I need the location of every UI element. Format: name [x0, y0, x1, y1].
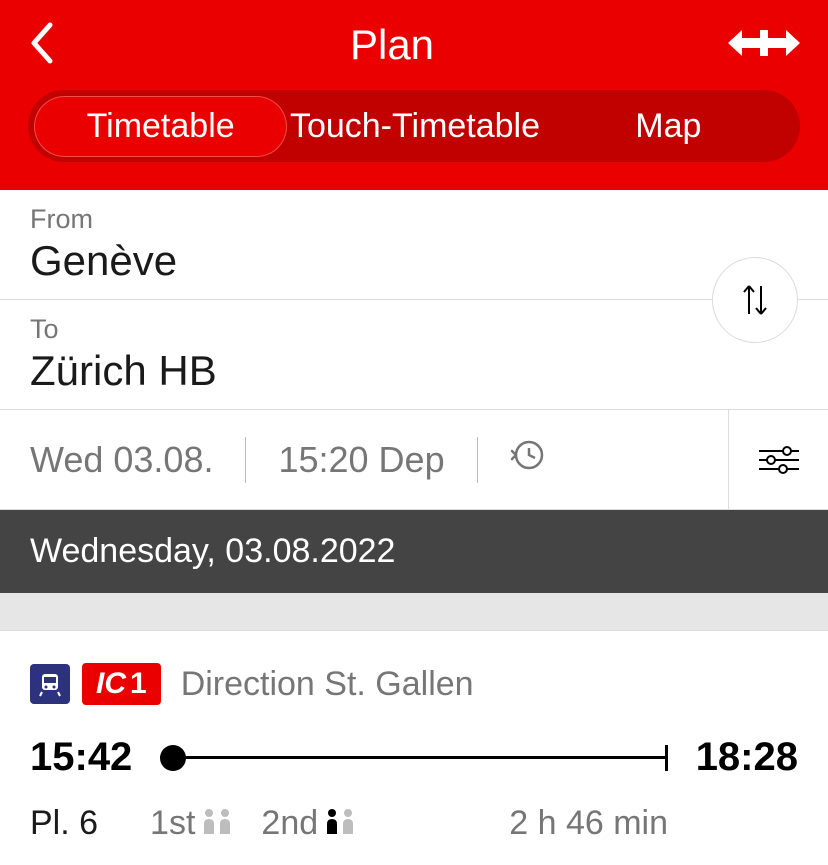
tab-bar: Timetable Touch-Timetable Map [28, 90, 800, 162]
page-title: Plan [350, 21, 434, 69]
to-field[interactable]: To Zürich HB [0, 300, 828, 410]
occupancy-1st-icon [203, 804, 233, 843]
class-1st-label: 1st [150, 804, 195, 843]
tab-touch-timetable[interactable]: Touch-Timetable [289, 97, 540, 156]
platform: Pl. 6 [30, 804, 98, 843]
from-field[interactable]: From Genève [0, 190, 828, 300]
occupancy-2nd-icon [326, 804, 356, 843]
timeline [160, 745, 667, 771]
sbb-logo-icon [728, 28, 800, 63]
divider [477, 437, 478, 483]
back-button[interactable] [28, 21, 56, 70]
route-section: From Genève To Zürich HB [0, 190, 828, 410]
departure-time: 15:42 [30, 735, 132, 780]
date-banner: Wednesday, 03.08.2022 [0, 510, 828, 593]
line-badge: IC1 [82, 663, 161, 705]
filter-button[interactable] [728, 410, 828, 509]
duration: 2 h 46 min [509, 804, 668, 843]
from-label: From [30, 204, 798, 235]
class-2nd-label: 2nd [261, 804, 318, 843]
train-icon [30, 664, 70, 704]
date-text: Wed 03.08. [30, 439, 213, 481]
tab-map[interactable]: Map [543, 97, 794, 156]
divider [245, 437, 246, 483]
to-label: To [30, 314, 798, 345]
arrival-time: 18:28 [696, 735, 798, 780]
tab-timetable[interactable]: Timetable [34, 96, 287, 157]
time-text: 15:20 Dep [278, 439, 444, 481]
datetime-selector[interactable]: Wed 03.08. 15:20 Dep [0, 437, 728, 483]
journey-card[interactable]: IC1 Direction St. Gallen 15:42 18:28 Pl.… [0, 631, 828, 865]
direction-text: Direction St. Gallen [181, 665, 474, 704]
spacer [0, 593, 828, 631]
history-icon[interactable] [510, 438, 544, 481]
from-value: Genève [30, 237, 798, 285]
swap-button[interactable] [712, 257, 798, 343]
to-value: Zürich HB [30, 347, 798, 395]
